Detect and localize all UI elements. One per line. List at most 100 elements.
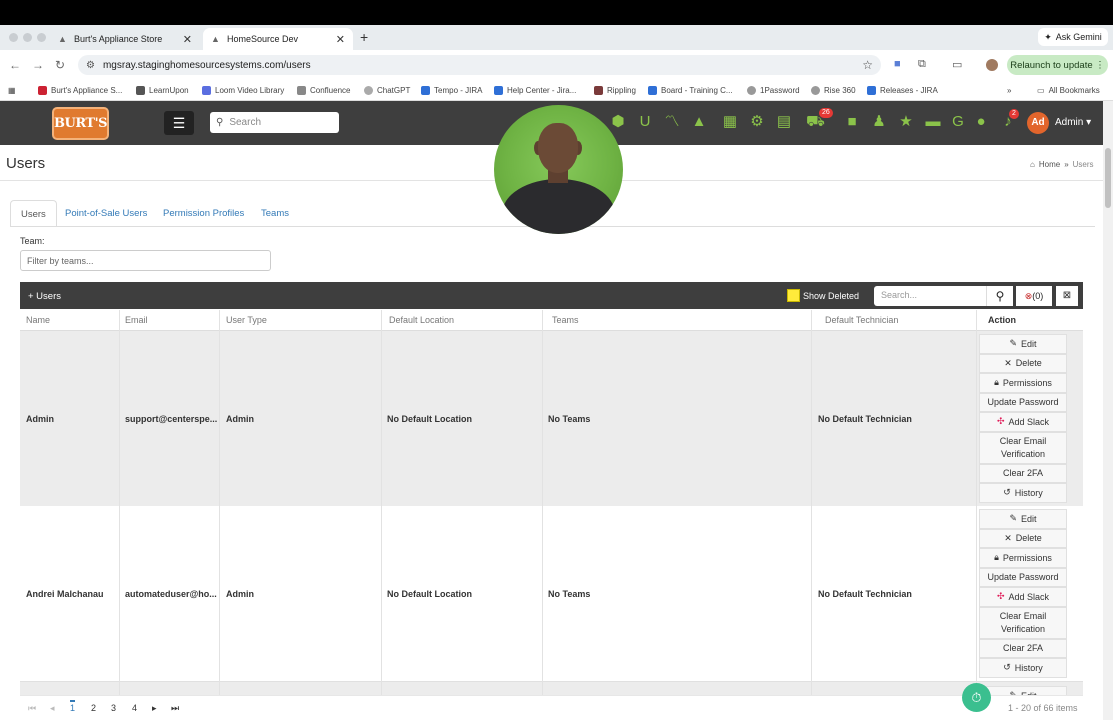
graduation-cap-icon[interactable]: ▲ [690,113,708,131]
users-icon[interactable]: ♟ [870,113,888,131]
column-header-default-technician[interactable]: Default Technician [825,315,898,325]
global-search-input[interactable]: ⚲ Search [210,112,339,133]
all-bookmarks-folder[interactable]: ▭ All Bookmarks [1037,86,1100,95]
clear-email-verification-button[interactable]: Clear Email Verification [979,606,1067,639]
relaunch-button[interactable]: Relaunch to update ⋮ [1007,55,1108,75]
last-page-icon[interactable]: ⏭ [171,703,179,714]
bookmark-item[interactable]: ChatGPT [364,86,410,95]
bookmark-item[interactable]: Loom Video Library [202,86,284,95]
edit-button[interactable]: ✎Edit [979,334,1067,354]
forward-icon[interactable]: → [32,58,44,72]
bookmark-item[interactable]: Help Center - Jira... [494,86,576,95]
bookmark-item[interactable]: Tempo - JIRA [421,86,482,95]
back-icon[interactable]: ← [9,58,21,72]
close-icon[interactable]: ✕ [336,33,345,46]
star-icon[interactable]: ★ [897,113,915,131]
column-header-teams[interactable]: Teams [552,315,579,325]
update-password-button[interactable]: Update Password [979,567,1067,587]
page-4-button[interactable]: 4 [132,703,137,713]
apps-grid-icon[interactable]: ▦ [8,86,16,95]
filter-button[interactable]: ⊗(0) [1016,286,1052,306]
tab-point-of-sale-users[interactable]: Point-of-Sale Users [55,200,157,227]
tab-users[interactable]: Users [10,200,57,227]
history-button[interactable]: ↺ History [979,658,1067,678]
bookmark-item[interactable]: Rippling [594,86,636,95]
first-page-icon[interactable]: ⏮ [28,703,36,714]
briefcase-icon[interactable]: ■ [843,113,861,131]
bookmark-item[interactable]: 1Password [747,86,800,95]
map-pin-icon[interactable]: ⬢ [609,113,627,131]
show-deleted-label[interactable]: Show Deleted [803,291,859,301]
extension-icon[interactable]: ■ [894,58,901,70]
site-settings-icon[interactable]: ⚙ [86,60,95,71]
edit-button[interactable]: ✎Edit [979,509,1067,529]
bookmark-item[interactable]: Confluence [297,86,350,95]
tab-search-icon[interactable]: ▭ [952,58,962,71]
add-slack-button[interactable]: ✣ Add Slack [979,412,1067,432]
prev-page-icon[interactable]: ◂ [50,703,55,714]
ask-gemini-button[interactable]: ✦ Ask Gemini [1038,28,1108,46]
clear-2fa-button[interactable]: Clear 2FA [979,463,1067,483]
add-slack-button[interactable]: ✣ Add Slack [979,587,1067,607]
gear-icon[interactable]: ⚙ [748,113,766,131]
column-header-email[interactable]: Email [125,315,148,325]
show-deleted-checkbox[interactable] [787,289,800,302]
browser-tab-burts[interactable]: ▲ Burt's Appliance Store ✕ [50,28,200,50]
puzzle-icon[interactable]: ⧉ [918,58,926,71]
bookmark-item[interactable]: Board - Training C... [648,86,733,95]
scrollbar-thumb[interactable] [1105,148,1111,208]
permissions-button[interactable]: 🔒︎ Permissions [979,373,1067,393]
browser-tab-homesource[interactable]: ▲ HomeSource Dev ✕ [203,28,353,50]
export-excel-button[interactable]: ⊠ [1056,286,1078,306]
tab-teams[interactable]: Teams [251,200,299,227]
permissions-button[interactable]: 🔒︎ Permissions [979,548,1067,568]
search-button[interactable]: ⚲ [986,286,1013,306]
add-user-button[interactable]: + Users [28,291,61,302]
webcam-overlay[interactable] [494,105,623,234]
grid-search-input[interactable]: Search... [874,286,986,306]
line-chart-icon[interactable]: 〽 [663,113,681,131]
bookmark-item[interactable]: Rise 360 [811,86,856,95]
burts-logo[interactable]: BURT'S [52,107,109,140]
more-bookmarks-icon[interactable]: » [1007,86,1011,95]
profile-avatar[interactable] [986,59,998,71]
next-page-icon[interactable]: ▸ [152,703,157,714]
user-menu[interactable]: Admin ▾ [1055,117,1091,128]
page-1-button[interactable]: 1 [70,700,76,713]
star-icon[interactable]: ☆ [862,58,873,72]
help-widget-button[interactable]: ⏱ [962,683,991,712]
bookmark-item[interactable]: LearnUpon [136,86,189,95]
close-icon[interactable]: ✕ [183,33,192,46]
folder-icon[interactable]: ▬ [924,113,942,131]
column-header-default-location[interactable]: Default Location [389,315,454,325]
reload-icon[interactable]: ↻ [55,58,65,72]
history-button[interactable]: ↺ History [979,483,1067,503]
calculator-icon[interactable]: ▦ [721,113,739,131]
delete-button[interactable]: ✕ Delete [979,353,1067,373]
delete-button[interactable]: ✕ Delete [979,528,1067,548]
google-icon[interactable]: G [949,113,967,131]
column-header-user-type[interactable]: User Type [226,315,267,325]
clipboard-icon[interactable]: ▤ [775,113,793,131]
window-close-dot[interactable] [9,33,18,42]
menu-toggle-button[interactable]: ☰ [164,111,194,135]
window-zoom-dot[interactable] [37,33,46,42]
column-header-name[interactable]: Name [26,315,50,325]
user-avatar[interactable]: Ad [1027,112,1049,134]
breadcrumb-home[interactable]: Home [1039,160,1060,169]
url-bar[interactable]: ⚙ mgsray.staginghomesourcesystems.com/us… [78,55,881,75]
bookmark-item[interactable]: Burt's Appliance S... [38,86,122,95]
tab-permission-profiles[interactable]: Permission Profiles [153,200,254,227]
bookmark-item[interactable]: Releases - JIRA [867,86,938,95]
edit-button[interactable]: ✎Edit [979,686,1067,695]
window-minimize-dot[interactable] [23,33,32,42]
magnet-icon[interactable]: U [636,113,654,131]
clear-2fa-button[interactable]: Clear 2FA [979,638,1067,658]
chat-icon[interactable]: ● [972,113,990,131]
team-filter-input[interactable]: Filter by teams... [20,250,271,271]
new-tab-icon[interactable]: + [360,29,368,45]
page-3-button[interactable]: 3 [111,703,116,713]
page-2-button[interactable]: 2 [91,703,96,713]
update-password-button[interactable]: Update Password [979,392,1067,412]
clear-email-verification-button[interactable]: Clear Email Verification [979,431,1067,464]
